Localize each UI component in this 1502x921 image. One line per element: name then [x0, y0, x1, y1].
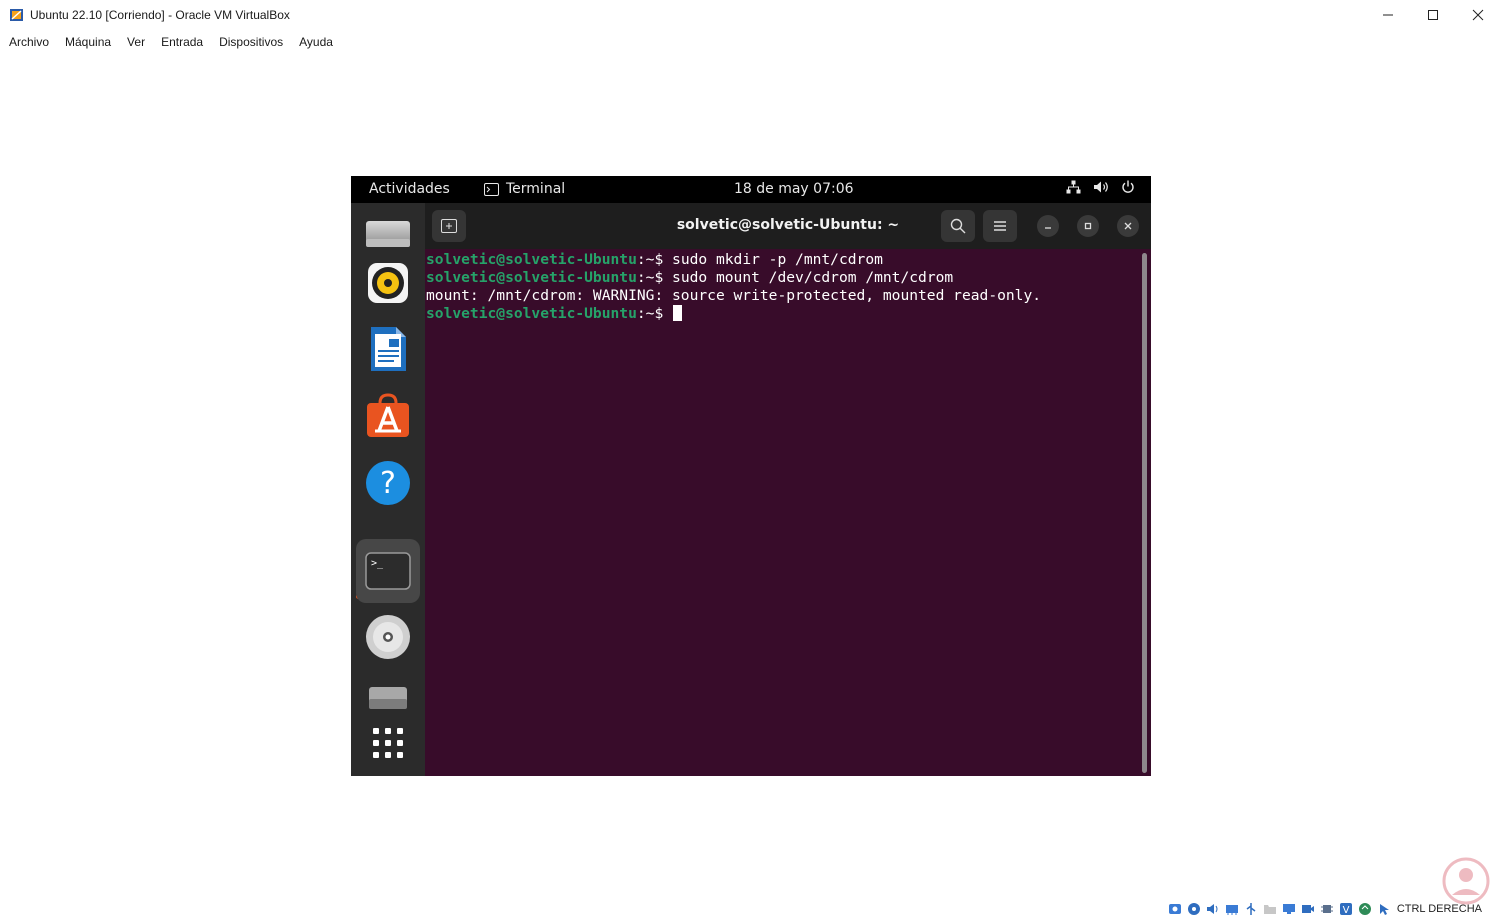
hamburger-icon — [994, 221, 1006, 231]
svg-text:?: ? — [380, 466, 396, 501]
menu-ver[interactable]: Ver — [119, 32, 153, 52]
display-icon[interactable] — [1281, 901, 1297, 917]
app-name: Terminal — [506, 181, 566, 197]
search-icon — [950, 218, 966, 234]
terminal-headerbar: solvetic@solvetic-Ubuntu: ~ — [425, 203, 1151, 249]
svg-text:>_: >_ — [371, 558, 384, 569]
command-text: sudo mount /dev/cdrom /mnt/cdrom — [672, 269, 954, 286]
vbox-statusbar: V CTRL DERECHA — [1167, 901, 1482, 917]
restore-icon — [1084, 222, 1092, 230]
terminal-line: solvetic@solvetic-Ubuntu:~$ sudo mkdir -… — [426, 251, 1138, 269]
terminal-line: solvetic@solvetic-Ubuntu:~$ sudo mount /… — [426, 269, 1138, 287]
terminal-icon: >_ — [365, 552, 411, 590]
audio-icon[interactable] — [1205, 901, 1221, 917]
menubar: Archivo Máquina Ver Entrada Dispositivos… — [0, 32, 341, 52]
virtualbox-icon — [10, 9, 23, 21]
document-icon — [371, 327, 406, 371]
volume-icon — [1094, 181, 1108, 193]
dock-show-apps[interactable] — [357, 712, 419, 774]
search-button[interactable] — [941, 210, 975, 242]
disc-icon — [366, 615, 410, 659]
keyboard-capture-icon[interactable] — [1376, 901, 1392, 917]
menu-archivo[interactable]: Archivo — [0, 32, 57, 52]
command-text: sudo mkdir -p /mnt/cdrom — [672, 251, 883, 268]
hdd-icon[interactable] — [1167, 901, 1183, 917]
mouse-integration-icon[interactable] — [1357, 901, 1373, 917]
dock-rhythmbox[interactable] — [357, 252, 419, 314]
network-adapter-icon[interactable] — [1224, 901, 1240, 917]
minimize-icon — [1045, 227, 1051, 229]
terminal-line: solvetic@solvetic-Ubuntu:~$ — [426, 305, 1138, 323]
network-icon — [1066, 180, 1081, 194]
svg-text:V: V — [1342, 905, 1349, 916]
dock-libreoffice-writer[interactable] — [357, 318, 419, 380]
store-icon — [367, 393, 409, 437]
drive-icon — [369, 687, 407, 709]
optical-drive-icon[interactable] — [1186, 901, 1202, 917]
grid-icon — [373, 728, 403, 758]
terminal-close-button[interactable] — [1117, 215, 1139, 237]
menu-entrada[interactable]: Entrada — [153, 32, 211, 52]
shared-folders-icon[interactable] — [1262, 901, 1278, 917]
window-titlebar: Ubuntu 22.10 [Corriendo] - Oracle VM Vir… — [0, 0, 1502, 30]
prompt-suffix: :~$ — [636, 269, 673, 286]
prompt-suffix: :~$ — [636, 305, 673, 322]
prompt-user: solvetic@solvetic-Ubuntu — [426, 269, 637, 286]
prompt-user: solvetic@solvetic-Ubuntu — [426, 251, 637, 268]
menu-maquina[interactable]: Máquina — [57, 32, 119, 52]
watermark-logo — [1442, 857, 1490, 905]
minimize-button[interactable] — [1365, 0, 1411, 30]
prompt-suffix: :~$ — [636, 251, 673, 268]
speaker-icon — [368, 263, 408, 303]
app-menu[interactable]: Terminal — [484, 181, 565, 197]
terminal-minimize-button[interactable] — [1037, 215, 1059, 237]
output-text: mount: /mnt/cdrom: WARNING: source write… — [426, 287, 1042, 304]
close-icon — [1472, 9, 1484, 21]
terminal-restore-button[interactable] — [1077, 215, 1099, 237]
vt-x-icon[interactable]: V — [1338, 901, 1354, 917]
minimize-icon — [1383, 14, 1393, 16]
dock-cdrom[interactable] — [357, 606, 419, 668]
help-icon: ? — [366, 461, 410, 505]
close-icon — [1124, 222, 1132, 230]
prompt-user: solvetic@solvetic-Ubuntu — [426, 305, 637, 322]
activities-button[interactable]: Actividades — [369, 181, 450, 197]
system-tray[interactable] — [1066, 180, 1135, 194]
terminal-output[interactable]: solvetic@solvetic-Ubuntu:~$ sudo mkdir -… — [426, 251, 1138, 771]
vm-screen[interactable]: Actividades Terminal 18 de may 07:06 ? >… — [351, 176, 1151, 776]
dock-help[interactable]: ? — [357, 452, 419, 514]
maximize-button[interactable] — [1410, 0, 1456, 30]
menu-button[interactable] — [983, 210, 1017, 242]
window-title: Ubuntu 22.10 [Corriendo] - Oracle VM Vir… — [30, 8, 290, 22]
power-icon — [1122, 180, 1134, 193]
usb-icon[interactable] — [1243, 901, 1259, 917]
drive-icon — [366, 221, 410, 247]
clock[interactable]: 18 de may 07:06 — [734, 181, 854, 197]
terminal-line: mount: /mnt/cdrom: WARNING: source write… — [426, 287, 1138, 305]
video-capture-icon[interactable] — [1300, 901, 1316, 917]
text-cursor — [673, 305, 683, 321]
dock-app-center[interactable] — [357, 385, 419, 447]
terminal-scrollbar[interactable] — [1142, 253, 1147, 773]
maximize-icon — [1428, 10, 1438, 20]
close-button[interactable] — [1455, 0, 1501, 30]
terminal-app-icon — [484, 182, 499, 196]
cpu-icon[interactable] — [1319, 901, 1335, 917]
terminal-window[interactable]: solvetic@solvetic-Ubuntu: ~ solvetic@sol… — [425, 203, 1151, 776]
menu-ayuda[interactable]: Ayuda — [291, 32, 341, 52]
dock-terminal[interactable]: >_ — [356, 539, 420, 603]
menu-dispositivos[interactable]: Dispositivos — [211, 32, 291, 52]
dock: ? >_ — [351, 203, 425, 776]
gnome-topbar: Actividades Terminal 18 de may 07:06 — [351, 176, 1151, 203]
